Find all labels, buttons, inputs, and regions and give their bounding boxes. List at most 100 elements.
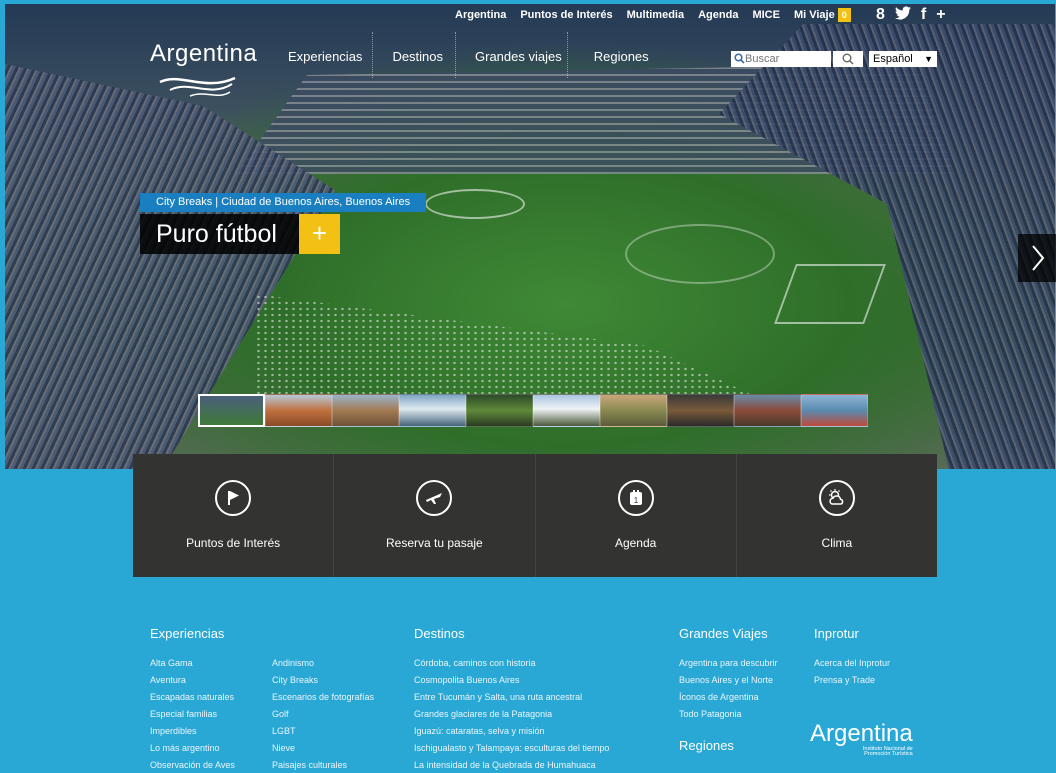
site-logo[interactable]: Argentina <box>150 40 257 100</box>
footer-link[interactable]: Escenarios de fotografías <box>272 689 374 706</box>
footer-link[interactable]: Iguazú: cataratas, selva y misión <box>414 723 609 740</box>
footer-link[interactable]: Todo Patagonia <box>679 706 778 723</box>
footer-link[interactable]: Argentina para descubrir <box>679 655 778 672</box>
thumbnail[interactable] <box>466 394 533 427</box>
thumbnail[interactable] <box>399 394 466 427</box>
footer-heading-experiencias[interactable]: Experiencias <box>150 626 224 641</box>
footer-link[interactable]: Andinismo <box>272 655 374 672</box>
footer-heading-grandes-viajes[interactable]: Grandes Viajes <box>679 626 768 641</box>
footer-list-inprotur: Acerca del Inprotur Prensa y Trade <box>814 655 890 689</box>
thumbnail[interactable] <box>801 394 868 427</box>
quick-link-label: Puntos de Interés <box>186 536 281 550</box>
quick-link-agenda[interactable]: 1 Agenda <box>535 454 737 577</box>
field-circle <box>425 189 525 219</box>
search-small-icon <box>734 53 745 64</box>
nav-experiencias[interactable]: Experiencias <box>288 49 362 64</box>
mi-viaje-count-badge: 0 <box>837 8 851 22</box>
quick-link-puntos[interactable]: Puntos de Interés <box>133 454 335 577</box>
footer-list-experiencias-1: Alta Gama Aventura Escapadas naturales E… <box>150 655 235 773</box>
footer-list-destinos: Córdoba, caminos con historia Cosmopolit… <box>414 655 609 773</box>
footer-link[interactable]: Acerca del Inprotur <box>814 655 890 672</box>
inprotur-logo-line2: Promoción Turística <box>864 751 913 757</box>
footer-link[interactable]: Aventura <box>150 672 235 689</box>
thumbnail[interactable] <box>734 394 801 427</box>
util-link-argentina[interactable]: Argentina <box>455 9 506 21</box>
util-link-agenda[interactable]: Agenda <box>698 9 738 21</box>
search-box <box>731 51 831 67</box>
footer-link[interactable]: Paisajes culturales <box>272 757 374 773</box>
footer-link[interactable]: Ischigualasto y Talampaya: esculturas de… <box>414 740 609 757</box>
slider-next-button[interactable] <box>1018 234 1056 282</box>
language-select[interactable]: Español ▼ <box>869 51 937 67</box>
more-plus-icon[interactable]: + <box>936 6 945 25</box>
slider-thumbnails <box>198 394 868 427</box>
thumbnail[interactable] <box>198 394 265 427</box>
footer-heading-destinos[interactable]: Destinos <box>414 626 465 641</box>
footer-link[interactable]: Alta Gama <box>150 655 235 672</box>
thumbnail[interactable] <box>600 394 667 427</box>
chevron-right-icon <box>1032 245 1045 271</box>
footer-link[interactable]: Imperdibles <box>150 723 235 740</box>
hero-category-tag[interactable]: City Breaks | Ciudad de Buenos Aires, Bu… <box>140 193 427 212</box>
util-link-mice[interactable]: MICE <box>752 9 780 21</box>
footer-link[interactable]: Buenos Aires y el Norte <box>679 672 778 689</box>
footer-list-grandes-viajes: Argentina para descubrir Buenos Aires y … <box>679 655 778 723</box>
footer-link[interactable]: Grandes glaciares de la Patagonia <box>414 706 609 723</box>
field-arc <box>625 224 775 284</box>
util-link-puntos[interactable]: Puntos de Interés <box>520 9 612 21</box>
chevron-down-icon: ▼ <box>924 54 933 64</box>
language-selected: Español <box>873 53 913 65</box>
nav-regiones[interactable]: Regiones <box>594 49 649 64</box>
google-plus-icon[interactable]: 8 <box>876 6 885 25</box>
search-icon <box>842 53 854 65</box>
field-box <box>774 264 886 324</box>
footer-heading-regiones[interactable]: Regiones <box>679 738 734 753</box>
thumbnail[interactable] <box>533 394 600 427</box>
thumbnail[interactable] <box>332 394 399 427</box>
footer-link[interactable]: Especial familias <box>150 706 235 723</box>
footer-link[interactable]: Córdoba, caminos con historia <box>414 655 609 672</box>
svg-text:1: 1 <box>633 496 638 505</box>
footer-link[interactable]: La intensidad de la Quebrada de Humahuac… <box>414 757 609 773</box>
quick-link-label: Clima <box>821 536 853 550</box>
footer-link[interactable]: Golf <box>272 706 374 723</box>
footer-link[interactable]: Cosmopolita Buenos Aires <box>414 672 609 689</box>
footer-link[interactable]: City Breaks <box>272 672 374 689</box>
footer-link[interactable]: Observación de Aves <box>150 757 235 773</box>
utility-nav: Argentina Puntos de Interés Multimedia A… <box>455 8 851 22</box>
search-button[interactable] <box>833 51 863 67</box>
footer-link[interactable]: LGBT <box>272 723 374 740</box>
social-links: 8 f + <box>876 6 946 25</box>
footer-link[interactable]: Prensa y Trade <box>814 672 890 689</box>
inprotur-logo[interactable]: Argentina Instituto Nacional de Promoció… <box>810 720 913 758</box>
quick-link-clima[interactable]: Clima <box>736 454 937 577</box>
thumbnail[interactable] <box>667 394 734 427</box>
nav-grandes-viajes[interactable]: Grandes viajes <box>475 49 562 64</box>
nav-destinos[interactable]: Destinos <box>392 49 443 64</box>
footer-link[interactable]: Nieve <box>272 740 374 757</box>
hero-title[interactable]: Puro fútbol <box>140 220 299 249</box>
calendar-icon: 1 <box>617 480 654 516</box>
hero-title-box: Puro fútbol + <box>140 214 340 254</box>
inprotur-logo-wordmark: Argentina <box>810 720 913 747</box>
util-link-multimedia[interactable]: Multimedia <box>627 9 684 21</box>
airplane-icon <box>416 480 453 516</box>
quick-link-pasaje[interactable]: Reserva tu pasaje <box>334 454 536 577</box>
mi-viaje-label: Mi Viaje <box>793 9 835 21</box>
hero-more-button[interactable]: + <box>298 214 340 254</box>
footer-heading-inprotur[interactable]: Inprotur <box>814 626 859 641</box>
footer-link[interactable]: Escapadas naturales <box>150 689 235 706</box>
thumbnail[interactable] <box>265 394 332 427</box>
util-link-mi-viaje[interactable]: Mi Viaje 0 <box>794 8 851 22</box>
footer-link[interactable]: Íconos de Argentina <box>679 689 778 706</box>
facebook-icon[interactable]: f <box>921 6 926 25</box>
quick-link-label: Reserva tu pasaje <box>386 536 483 550</box>
weather-icon <box>818 480 855 516</box>
flag-icon <box>215 480 252 516</box>
quick-link-label: Agenda <box>614 536 657 550</box>
footer-link[interactable]: Entre Tucumán y Salta, una ruta ancestra… <box>414 689 609 706</box>
footer-link[interactable]: Lo más argentino <box>150 740 235 757</box>
search-input[interactable] <box>731 53 831 65</box>
twitter-icon[interactable] <box>894 6 911 25</box>
footer-list-experiencias-2: Andinismo City Breaks Escenarios de foto… <box>272 655 374 773</box>
